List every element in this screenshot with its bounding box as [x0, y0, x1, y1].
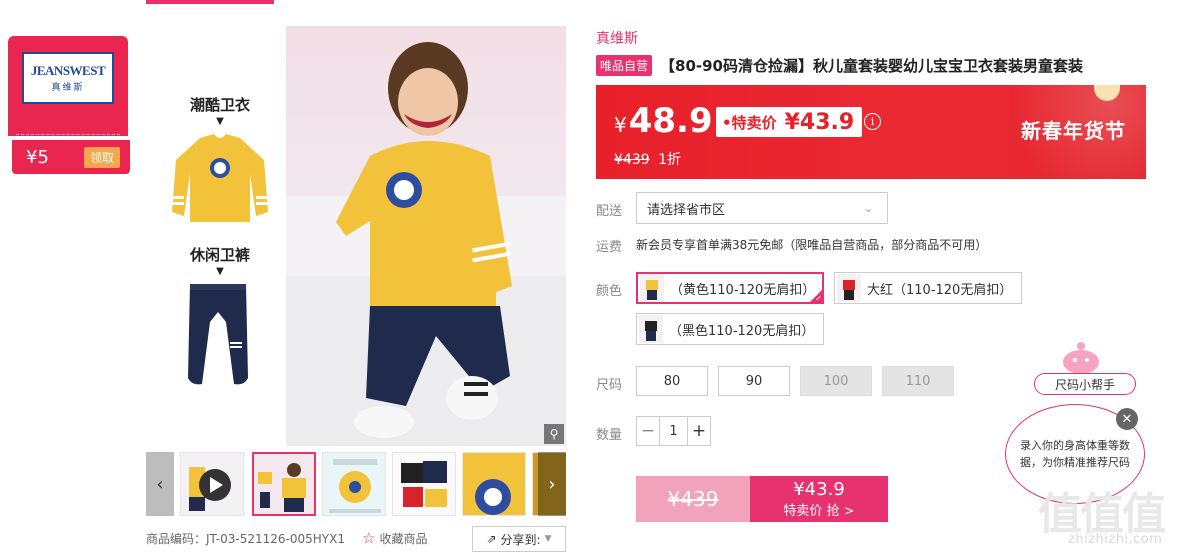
- favorite-button[interactable]: ☆ 收藏商品: [362, 529, 427, 547]
- coupon-bottom: ¥5 领取: [12, 140, 130, 174]
- region-select[interactable]: 请选择省市区 ⌄: [636, 192, 888, 224]
- color-swatch: [640, 274, 664, 302]
- jeanswest-logo: JEANSWEST 真维斯: [22, 52, 114, 104]
- buy-price: ¥43.9: [793, 479, 845, 500]
- sweatshirt-image: [172, 134, 268, 222]
- outfit-bottom-label: 休闲卫裤: [189, 246, 250, 264]
- color-swatch: [837, 274, 861, 302]
- color-option-label: （黄色110-120无肩扣）: [670, 282, 816, 298]
- magnifier-icon[interactable]: ⚲: [544, 424, 564, 444]
- thumbnail-strip: ‹ ›: [146, 452, 566, 516]
- brand-coupon[interactable]: JEANSWEST 真维斯 ¥5 领取: [8, 36, 130, 174]
- coupon-claim-button[interactable]: 领取: [83, 146, 120, 168]
- size-option-80[interactable]: 80: [636, 366, 708, 396]
- thumbnail-prev-button[interactable]: ‹: [146, 452, 174, 516]
- main-product-photo[interactable]: ⚲: [286, 26, 566, 446]
- info-icon[interactable]: i: [864, 113, 881, 130]
- size-option-100: 100: [800, 366, 872, 396]
- thumbnail-1[interactable]: [252, 452, 316, 516]
- outfit-panel: 潮酷卫衣 ▼ 休闲卫裤 ▼: [156, 26, 284, 446]
- favorite-label: 收藏商品: [379, 531, 428, 546]
- arrow-down-icon: ▼: [216, 116, 224, 127]
- arrow-down-icon: ▼: [216, 266, 224, 277]
- color-option-black[interactable]: （黑色110-120无肩扣）: [636, 313, 824, 345]
- thumbnail-video[interactable]: [180, 452, 244, 516]
- size-label: 尺码: [596, 378, 623, 393]
- festival-label: 新春年货节: [1021, 119, 1126, 143]
- size-helper-tag[interactable]: 尺码小帮手: [1034, 373, 1136, 395]
- thumbnail-4[interactable]: [462, 452, 526, 516]
- color-option-label: （黑色110-120无肩扣）: [669, 323, 815, 339]
- currency-symbol: ¥: [614, 113, 627, 137]
- share-label: 分享到:: [500, 532, 541, 547]
- region-placeholder: 请选择省市区: [647, 202, 726, 218]
- quantity-plus-button[interactable]: +: [688, 417, 710, 445]
- logo-text-en: JEANSWEST: [30, 63, 106, 78]
- quantity-label: 数量: [596, 428, 623, 443]
- color-label: 颜色: [596, 284, 623, 299]
- color-swatch: [639, 315, 663, 343]
- discount-label: 1折: [658, 152, 682, 168]
- close-icon[interactable]: ✕: [1116, 408, 1138, 430]
- original-price-row: ¥439 1折: [614, 149, 681, 169]
- star-icon: ☆: [362, 529, 376, 547]
- original-price-button[interactable]: ¥439: [636, 476, 750, 522]
- special-price-value: ¥43.9: [784, 109, 855, 135]
- current-price: ¥ 48.9: [614, 101, 713, 141]
- price-banner: ¥ 48.9 •特卖价 ¥43.9 i ¥439 1折 新春年货节: [596, 85, 1146, 179]
- buy-cta-label: 特卖价 抢 >: [783, 504, 855, 519]
- price-value: 48.9: [628, 101, 713, 141]
- original-price: ¥439: [614, 152, 650, 168]
- shipping-text: 新会员专享首单满38元免邮（限唯品自营商品，部分商品不可用）: [636, 238, 988, 252]
- color-option-label: 大红（110-120无肩扣）: [867, 282, 1013, 298]
- thumbnail-2[interactable]: [322, 452, 386, 516]
- coupon-top: JEANSWEST 真维斯: [8, 36, 128, 136]
- delivery-label: 配送: [596, 204, 623, 219]
- buy-now-button[interactable]: ¥43.9 特卖价 抢 >: [750, 476, 888, 522]
- special-price-label: •特卖价: [722, 113, 777, 132]
- quantity-input[interactable]: 1: [659, 417, 688, 445]
- mascot-icon[interactable]: [1060, 340, 1102, 374]
- product-code: 商品编码：JT-03-521126-005HYX1: [146, 532, 345, 546]
- share-button[interactable]: ⇗ 分享到: ▼: [472, 526, 566, 552]
- thumbnail-3[interactable]: [392, 452, 456, 516]
- coupon-divider: [16, 134, 120, 135]
- pants-image: [188, 284, 248, 385]
- share-icon: ⇗: [486, 532, 497, 546]
- outfit-top-label: 潮酷卫衣: [189, 96, 250, 114]
- quantity-minus-button[interactable]: −: [637, 417, 659, 445]
- shipping-label: 运费: [596, 240, 623, 255]
- self-operated-badge: 唯品自营: [596, 55, 653, 76]
- top-accent-bar: [146, 0, 274, 4]
- chevron-down-icon: ▼: [544, 534, 552, 544]
- brand-link[interactable]: 真维斯: [596, 28, 638, 48]
- chevron-down-icon: ⌄: [863, 201, 873, 215]
- product-title: 【80-90码清仓捡漏】秋儿童套装婴幼儿宝宝卫衣套装男童套装: [660, 57, 1083, 75]
- watermark-url: zhizhizhi.com: [1068, 532, 1163, 547]
- quantity-stepper: − 1 +: [636, 416, 711, 446]
- title-row: 唯品自营 【80-90码清仓捡漏】秋儿童套装婴幼儿宝宝卫衣套装男童套装: [596, 55, 1083, 76]
- logo-text-cn: 真维斯: [51, 83, 85, 93]
- special-price-badge: •特卖价 ¥43.9: [716, 107, 863, 137]
- color-option-red[interactable]: 大红（110-120无肩扣）: [834, 272, 1022, 304]
- thumbnail-next-button[interactable]: ›: [538, 452, 566, 516]
- selected-check-icon: ✓: [809, 289, 823, 303]
- model-photo: [286, 42, 566, 446]
- size-option-110: 110: [882, 366, 954, 396]
- size-option-90[interactable]: 90: [718, 366, 790, 396]
- coupon-value: ¥5: [26, 146, 49, 168]
- color-option-yellow[interactable]: （黄色110-120无肩扣） ✓: [636, 272, 824, 304]
